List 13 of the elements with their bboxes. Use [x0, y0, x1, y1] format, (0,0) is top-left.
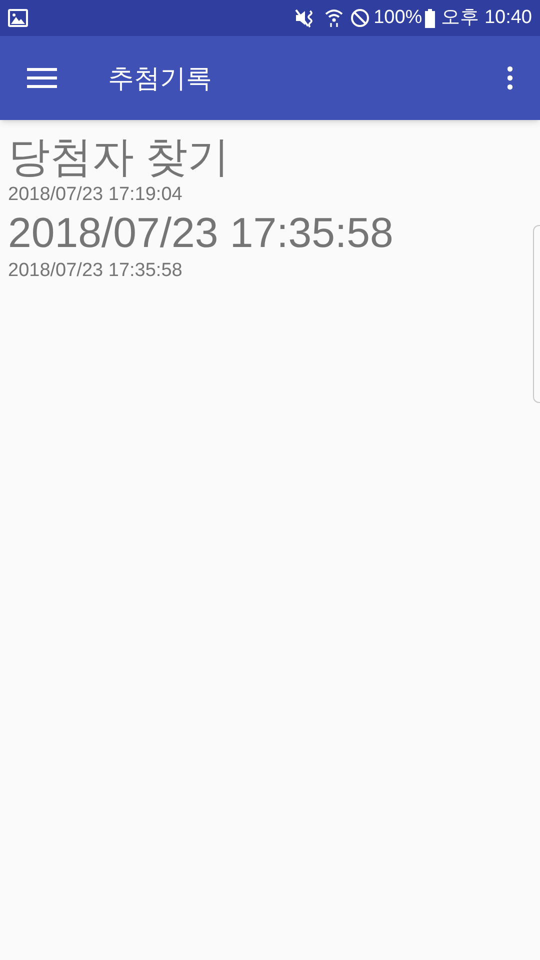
battery-percent: 100% [374, 6, 422, 30]
app-bar-title: 추첨기록 [108, 62, 213, 94]
record-timestamp: 2018/07/23 17:35:58 [8, 259, 182, 283]
do-not-disturb-icon [350, 8, 370, 28]
record-timestamp: 2018/07/23 17:19:04 [8, 183, 182, 207]
image-icon [8, 9, 28, 27]
clock: 오후 10:40 [441, 6, 532, 30]
wifi-icon [324, 8, 344, 28]
menu-icon [27, 67, 57, 89]
battery-icon [425, 8, 436, 28]
more-options-icon [507, 66, 513, 90]
record-title[interactable]: 2018/07/23 17:35:58 [8, 208, 394, 258]
record-title[interactable]: 당첨자 찾기 [8, 132, 230, 182]
